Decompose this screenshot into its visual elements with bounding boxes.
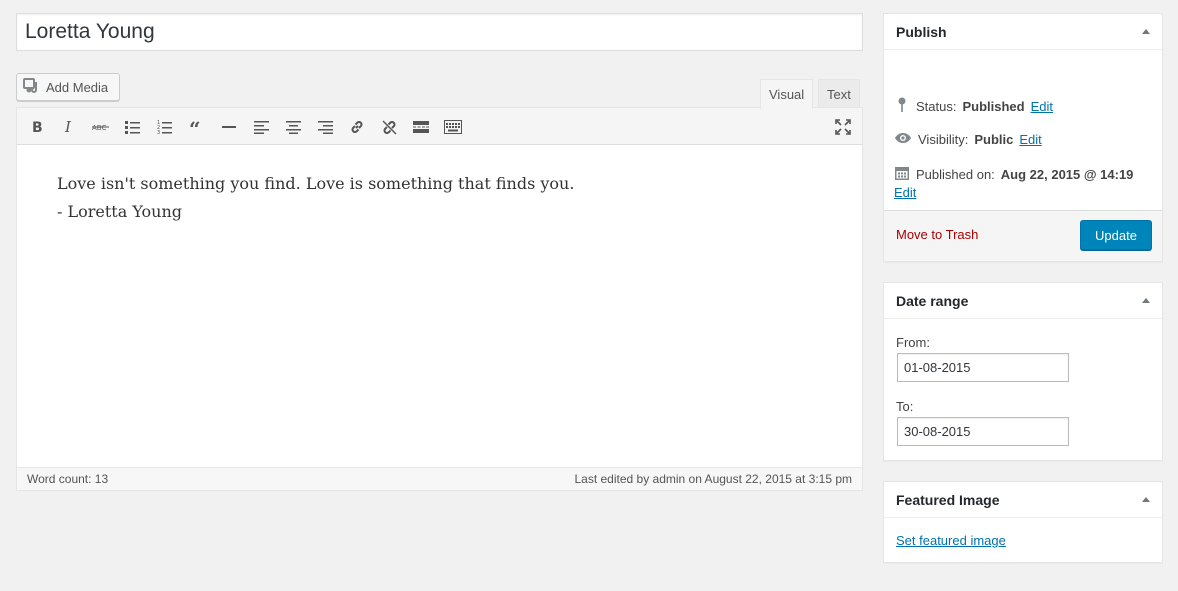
fullscreen-icon[interactable]	[831, 115, 855, 139]
edit-status-link[interactable]: Edit	[1031, 99, 1053, 114]
date-range-box-header[interactable]: Date range	[884, 283, 1162, 319]
published-on-row: Published on: Aug 22, 2015 @ 14:19	[894, 165, 1133, 184]
svg-text:3: 3	[157, 130, 160, 135]
collapse-arrow-icon[interactable]	[1142, 29, 1150, 34]
update-button[interactable]: Update	[1080, 220, 1152, 250]
editor-content[interactable]: Love isn't something you find. Love is s…	[17, 145, 862, 467]
edit-date-link[interactable]: Edit	[894, 185, 916, 200]
publish-actions: Move to Trash Update	[884, 210, 1162, 261]
published-label: Published on:	[916, 167, 995, 182]
svg-text:I: I	[64, 120, 72, 134]
align-center-icon[interactable]	[281, 115, 305, 139]
publish-box-header[interactable]: Publish	[884, 14, 1162, 50]
svg-text:ABC: ABC	[92, 124, 106, 132]
svg-text:B: B	[32, 120, 43, 134]
add-media-button[interactable]: Add Media	[16, 73, 120, 101]
unlink-icon[interactable]	[377, 115, 401, 139]
media-icon	[23, 77, 41, 97]
content-line: Love isn't something you find. Love is s…	[57, 174, 575, 193]
featured-image-box-header[interactable]: Featured Image	[884, 482, 1162, 518]
numbered-list-icon[interactable]: 123	[153, 115, 177, 139]
featured-image-box-title: Featured Image	[896, 491, 1000, 508]
align-right-icon[interactable]	[313, 115, 337, 139]
horizontal-line-icon[interactable]	[217, 115, 241, 139]
calendar-icon	[894, 165, 910, 184]
status-value: Published	[962, 99, 1025, 114]
svg-text:“: “	[189, 120, 201, 134]
date-range-box: Date range From: To:	[883, 282, 1163, 461]
to-label: To:	[896, 399, 914, 414]
publish-box: Publish Status: Published Edit Visibilit…	[883, 13, 1163, 262]
editor-statusbar: Word count: 13 Last edited by admin on A…	[17, 467, 862, 490]
word-count: Word count: 13	[27, 472, 109, 486]
to-date-input[interactable]	[897, 417, 1069, 446]
editor-toolbar: B I ABC 123 “	[17, 108, 862, 145]
edit-date-row: Edit	[894, 185, 916, 200]
pin-icon	[894, 97, 910, 116]
visibility-row: Visibility: Public Edit	[894, 131, 1042, 148]
publish-box-title: Publish	[896, 23, 947, 40]
status-label: Status:	[916, 99, 957, 114]
link-icon[interactable]	[345, 115, 369, 139]
eye-icon	[894, 131, 912, 148]
collapse-arrow-icon[interactable]	[1142, 298, 1150, 303]
visibility-label: Visibility:	[918, 132, 969, 147]
published-value: Aug 22, 2015 @ 14:19	[1000, 167, 1134, 182]
tab-text[interactable]: Text	[818, 79, 860, 108]
toolbar-toggle-icon[interactable]	[441, 115, 465, 139]
move-to-trash-link[interactable]: Move to Trash	[896, 227, 978, 242]
from-date-input[interactable]	[897, 353, 1069, 382]
align-left-icon[interactable]	[249, 115, 273, 139]
content-line: - Loretta Young	[57, 202, 183, 221]
date-range-box-title: Date range	[896, 292, 969, 309]
strikethrough-icon[interactable]: ABC	[89, 115, 113, 139]
bold-icon[interactable]: B	[25, 115, 49, 139]
add-media-label: Add Media	[46, 79, 109, 95]
collapse-arrow-icon[interactable]	[1142, 497, 1150, 502]
featured-image-box: Featured Image Set featured image	[883, 481, 1163, 563]
from-label: From:	[896, 335, 930, 350]
last-edited: Last edited by admin on August 22, 2015 …	[574, 472, 852, 486]
blockquote-icon[interactable]: “	[185, 115, 209, 139]
post-title-input[interactable]	[17, 14, 862, 50]
bullet-list-icon[interactable]	[121, 115, 145, 139]
visibility-value: Public	[974, 132, 1014, 147]
post-title-field[interactable]	[16, 13, 863, 51]
read-more-icon[interactable]	[409, 115, 433, 139]
edit-visibility-link[interactable]: Edit	[1019, 132, 1041, 147]
set-featured-image-link[interactable]: Set featured image	[896, 533, 1006, 548]
tab-visual[interactable]: Visual	[760, 79, 814, 109]
status-row: Status: Published Edit	[894, 97, 1053, 116]
italic-icon[interactable]: I	[57, 115, 81, 139]
post-editor: B I ABC 123 “ Love isn't something you f…	[16, 107, 863, 491]
